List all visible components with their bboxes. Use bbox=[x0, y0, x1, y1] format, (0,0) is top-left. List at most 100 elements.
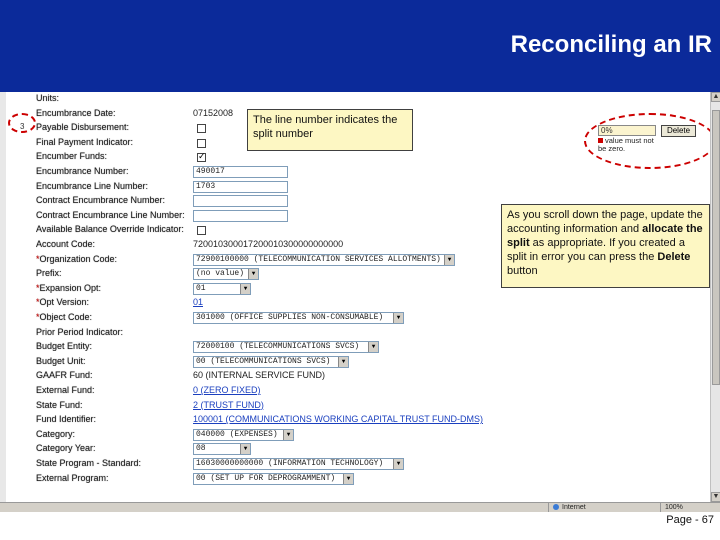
form-row: Category: 040000 (EXPENSES) ▼ bbox=[0, 428, 580, 443]
form-row: State Fund: 2 (TRUST FUND) bbox=[0, 400, 580, 414]
chevron-down-icon[interactable]: ▼ bbox=[338, 356, 348, 367]
zoom-level[interactable]: 100% bbox=[660, 503, 720, 512]
field-label: Prior Period Indicator: bbox=[36, 327, 186, 337]
form-row: Encumbrance Number: 490017 bbox=[0, 166, 580, 180]
form-row: External Program: 00 (SET UP FOR DEPROGRA… bbox=[0, 472, 580, 487]
form-row: Encumber Funds: bbox=[0, 151, 580, 165]
select-value: 301000 (OFFICE SUPPLIES NON-CONSUMABLE) bbox=[196, 313, 384, 322]
field-link[interactable]: 0 (ZERO FIXED) bbox=[193, 385, 261, 395]
field-label-text: Fund Identifier: bbox=[36, 414, 97, 425]
scroll-down-icon[interactable]: ▼ bbox=[711, 492, 720, 502]
field-checkbox[interactable] bbox=[197, 151, 206, 163]
validation-message: value must not be zero. bbox=[598, 137, 658, 153]
form-row: Encumbrance Line Number: 1703 bbox=[0, 180, 580, 195]
field-link[interactable]: 100001 (COMMUNICATIONS WORKING CAPITAL T… bbox=[193, 414, 483, 424]
scroll-hint-callout: As you scroll down the page, update the … bbox=[501, 204, 710, 288]
field-label-text: External Program: bbox=[36, 472, 109, 483]
field-label-text: Encumbrance Line Number: bbox=[36, 180, 149, 191]
field-label-text: Category Year: bbox=[36, 443, 96, 454]
delete-button[interactable]: Delete bbox=[661, 125, 696, 137]
page-number: Page - 67 bbox=[666, 514, 714, 526]
field-label: Encumbrance Line Number: bbox=[36, 181, 186, 191]
slide-title: Reconciling an IR bbox=[510, 31, 712, 58]
field-input[interactable] bbox=[193, 195, 288, 208]
field-select[interactable]: 16030000000000 (INFORMATION TECHNOLOGY) ▼ bbox=[193, 458, 404, 470]
field-label-text: Final Payment Indicator: bbox=[36, 136, 134, 147]
field-label-text: State Fund: bbox=[36, 399, 83, 410]
field-label-text: External Fund: bbox=[36, 385, 95, 395]
split-panel: 0% Delete value must not be zero. bbox=[598, 125, 708, 163]
form-row: GAAFR Fund: 60 (INTERNAL SERVICE FUND) bbox=[0, 370, 580, 384]
field-label-text: Encumbrance Number: bbox=[36, 166, 129, 176]
form-row: Contract Encumbrance Number: bbox=[0, 195, 580, 209]
chevron-down-icon[interactable]: ▼ bbox=[393, 459, 403, 469]
field-label-text: Account Code: bbox=[36, 239, 96, 249]
scroll-hint-text-3: button bbox=[507, 265, 538, 277]
field-label: Units: bbox=[36, 93, 186, 103]
field-select[interactable]: 72900100000 (TELECOMMUNICATION SERVICES … bbox=[193, 253, 455, 266]
form-row: External Fund: 0 (ZERO FIXED) bbox=[0, 385, 580, 399]
chevron-down-icon[interactable]: ▼ bbox=[444, 254, 454, 265]
browser-status-bar: Internet 100% bbox=[0, 502, 720, 512]
form-row: Prefix: (no value) ▼ bbox=[0, 268, 580, 282]
field-label: State Program - Standard: bbox=[36, 458, 186, 468]
field-label: Prefix: bbox=[36, 268, 186, 278]
field-select[interactable]: 301000 (OFFICE SUPPLIES NON-CONSUMABLE) ▼ bbox=[193, 312, 404, 324]
chevron-down-icon[interactable]: ▼ bbox=[393, 313, 403, 323]
form-row: Units: bbox=[0, 93, 580, 107]
scroll-thumb[interactable] bbox=[712, 110, 720, 385]
scroll-up-icon[interactable]: ▲ bbox=[711, 92, 720, 102]
field-input[interactable]: 490017 bbox=[193, 166, 288, 178]
field-label: *Object Code: bbox=[36, 312, 186, 322]
slide-header: Reconciling an IR bbox=[0, 0, 720, 92]
form-row: Available Balance Override Indicator: bbox=[0, 224, 580, 238]
field-select[interactable]: 72000100 (TELECOMMUNICATIONS SVCS) ▼ bbox=[193, 341, 379, 354]
select-value: 00 (SET UP FOR DEPROGRAMMENT) bbox=[196, 473, 336, 483]
field-select[interactable]: 08 ▼ bbox=[193, 443, 251, 456]
form-row: Budget Entity: 72000100 (TELECOMMUNICATIO… bbox=[0, 341, 580, 355]
form-screenshot: 3 Units: Encumbrance Date: 07152008 Payable… bbox=[0, 92, 720, 512]
form-row: Prior Period Indicator: bbox=[0, 327, 580, 341]
field-input[interactable] bbox=[193, 209, 288, 222]
field-select[interactable]: 00 (TELECOMMUNICATIONS SVCS) ▼ bbox=[193, 355, 349, 368]
form-row: State Program - Standard: 16030000000000 … bbox=[0, 458, 580, 472]
select-value: 72900100000 (TELECOMMUNICATION SERVICES … bbox=[196, 254, 441, 264]
field-label: Payable Disbursement: bbox=[36, 122, 186, 132]
field-link[interactable]: 2 (TRUST FUND) bbox=[193, 400, 264, 410]
chevron-down-icon[interactable]: ▼ bbox=[240, 283, 250, 294]
zone-label: Internet bbox=[562, 504, 586, 511]
form-row: *Expansion Opt: 01 ▼ bbox=[0, 282, 580, 297]
field-label: GAAFR Fund: bbox=[36, 370, 186, 380]
field-label: Category: bbox=[36, 429, 186, 439]
field-label-text: Units: bbox=[36, 93, 60, 103]
chevron-down-icon[interactable]: ▼ bbox=[240, 444, 250, 455]
field-input[interactable]: 1703 bbox=[193, 180, 288, 193]
field-label-text: Payable Disbursement: bbox=[36, 122, 130, 133]
form-row: Category Year: 08 ▼ bbox=[0, 443, 580, 457]
field-label-text: Budget Unit: bbox=[36, 355, 86, 366]
field-link[interactable]: 01 bbox=[193, 297, 203, 307]
chevron-down-icon[interactable]: ▼ bbox=[283, 429, 293, 440]
split-amount-field[interactable]: 0% bbox=[598, 125, 656, 136]
field-label: Available Balance Override Indicator: bbox=[36, 224, 186, 234]
field-checkbox[interactable] bbox=[197, 124, 206, 134]
field-select[interactable]: (no value) ▼ bbox=[193, 268, 259, 281]
field-checkbox[interactable] bbox=[197, 226, 206, 236]
field-label: Encumber Funds: bbox=[36, 151, 186, 161]
chevron-down-icon[interactable]: ▼ bbox=[368, 342, 378, 353]
field-label: Encumbrance Date: bbox=[36, 108, 186, 118]
field-select[interactable]: 00 (SET UP FOR DEPROGRAMMENT) ▼ bbox=[193, 472, 354, 485]
field-label: Contract Encumbrance Number: bbox=[36, 195, 186, 205]
field-select[interactable]: 01 ▼ bbox=[193, 282, 251, 295]
chevron-down-icon[interactable]: ▼ bbox=[343, 473, 353, 484]
vertical-scrollbar[interactable]: ▲ ▼ bbox=[710, 92, 720, 502]
field-label: Encumbrance Number: bbox=[36, 166, 186, 176]
chevron-down-icon[interactable]: ▼ bbox=[248, 269, 258, 280]
field-value: 720010300017200010300000000000 bbox=[193, 239, 344, 249]
field-checkbox[interactable] bbox=[197, 138, 206, 148]
field-label: External Program: bbox=[36, 473, 186, 483]
field-label: State Fund: bbox=[36, 400, 186, 410]
field-label-text: Encumber Funds: bbox=[36, 151, 108, 162]
field-select[interactable]: 040000 (EXPENSES) ▼ bbox=[193, 428, 294, 441]
select-value: 01 bbox=[196, 283, 206, 293]
